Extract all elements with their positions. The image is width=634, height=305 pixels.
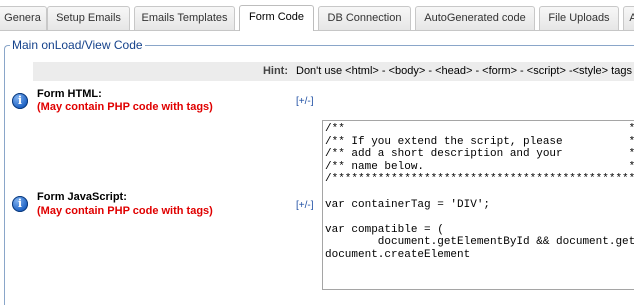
form-javascript-editor[interactable]: /** **//** If you extend the script, ple… (322, 120, 634, 290)
section-title: Main onLoad/View Code (10, 38, 145, 52)
tab-setup-emails[interactable]: Setup Emails (47, 6, 130, 30)
form-html-toggle[interactable]: [+/-] (296, 96, 314, 107)
code-line: var compatible = ( (325, 223, 444, 236)
hint-text: Don't use <html> - <body> - <head> - <fo… (296, 65, 634, 77)
tab-autogenerated-code[interactable]: AutoGenerated code (415, 6, 535, 30)
tab-bar: Genera Setup Emails Emails Templates For… (0, 0, 634, 31)
tab-file-uploads[interactable]: File Uploads (539, 6, 619, 30)
form-html-label: Form HTML: (37, 88, 102, 100)
code-line: /** If you extend the script, please **/ (325, 135, 634, 148)
code-line: /** **/ (325, 123, 634, 135)
tab-form-code[interactable]: Form Code (239, 5, 314, 31)
tab-overflow[interactable]: A (623, 6, 634, 30)
form-javascript-toggle[interactable]: [+/-] (296, 200, 314, 211)
hint-label: Hint: (262, 65, 288, 77)
code-content[interactable]: /** **//** If you extend the script, ple… (323, 121, 634, 264)
info-icon[interactable]: i (12, 93, 28, 109)
code-line: document.createElement (325, 248, 471, 261)
form-html-note: (May contain PHP code with tags) (37, 101, 213, 113)
code-line: document.getElementById && document.getE… (377, 236, 634, 249)
info-icon[interactable]: i (12, 196, 28, 212)
tab-general[interactable]: Genera (0, 6, 47, 30)
tab-emails-templates[interactable]: Emails Templates (134, 6, 235, 30)
form-javascript-note: (May contain PHP code with tags) (37, 205, 213, 217)
code-line: /***************************************… (325, 173, 634, 186)
code-line: /** name below. **/ (325, 160, 634, 173)
form-javascript-label: Form JavaScript: (37, 191, 127, 203)
code-line: var containerTag = 'DIV'; (325, 198, 491, 211)
tab-db-connection[interactable]: DB Connection (318, 6, 411, 30)
code-line: /** add a short description and your **/ (325, 148, 634, 161)
